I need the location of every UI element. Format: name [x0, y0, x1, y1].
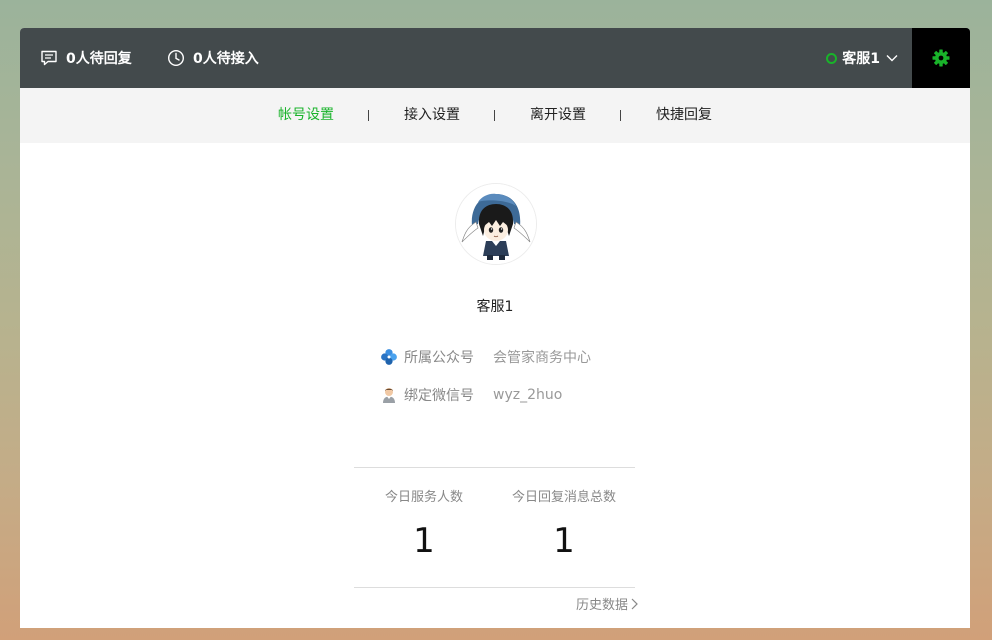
profile-name: 客服1: [476, 299, 514, 315]
pending-reply-text: 0人待回复: [66, 51, 132, 67]
clover-icon: [380, 348, 398, 366]
bound-wechat-row: 绑定微信号 wyz_2huo: [380, 384, 562, 406]
tab-access-settings[interactable]: 接入设置: [404, 88, 460, 143]
tab-quick-reply[interactable]: 快捷回复: [656, 88, 712, 143]
person-icon: [380, 386, 398, 404]
agent-name-label: 客服1: [842, 51, 880, 67]
tab-divider: [494, 110, 495, 121]
gear-icon: [932, 49, 950, 67]
message-icon: [41, 50, 57, 66]
reply-count-value: 1: [553, 521, 575, 561]
customer-service-panel: 0人待回复 0人待接入 客服1 帐号设置 接入设置 离开设置 快捷回复 客服1 …: [20, 28, 970, 628]
pending-access-text: 0人待接入: [193, 51, 259, 67]
avatar[interactable]: [455, 183, 537, 265]
tab-divider: [620, 110, 621, 121]
tab-account-settings[interactable]: 帐号设置: [278, 88, 334, 143]
clock-icon: [167, 49, 185, 67]
served-count-value: 1: [413, 521, 435, 561]
served-count-stat: 今日服务人数 1: [354, 468, 494, 561]
bound-wechat-label: 绑定微信号: [404, 388, 474, 404]
avatar-image: [456, 184, 536, 264]
history-data-link[interactable]: 历史数据: [576, 594, 638, 613]
tab-away-settings[interactable]: 离开设置: [530, 88, 586, 143]
history-data-label: 历史数据: [575, 598, 628, 613]
official-account-value: 会管家商务中心: [493, 350, 591, 366]
tab-divider: [368, 110, 369, 121]
settings-button[interactable]: [912, 28, 970, 88]
pending-access-counter[interactable]: 0人待接入: [167, 28, 259, 88]
official-account-label: 所属公众号: [404, 350, 474, 366]
reply-count-stat: 今日回复消息总数 1: [494, 468, 634, 561]
settings-tabs: 帐号设置 接入设置 离开设置 快捷回复: [20, 88, 970, 143]
reply-count-label: 今日回复消息总数: [511, 490, 616, 505]
top-bar: 0人待回复 0人待接入 客服1: [20, 28, 970, 88]
pending-reply-counter[interactable]: 0人待回复: [40, 28, 132, 88]
bound-wechat-value: wyz_2huo: [493, 387, 563, 403]
online-status-icon: [826, 52, 838, 64]
served-count-label: 今日服务人数: [384, 490, 463, 505]
today-stats: 今日服务人数 1 今日回复消息总数 1: [354, 467, 635, 588]
agent-status-dropdown[interactable]: 客服1: [826, 28, 898, 88]
chevron-right-icon: [631, 598, 638, 609]
chevron-down-icon: [886, 55, 898, 62]
official-account-row: 所属公众号 会管家商务中心: [380, 346, 591, 368]
